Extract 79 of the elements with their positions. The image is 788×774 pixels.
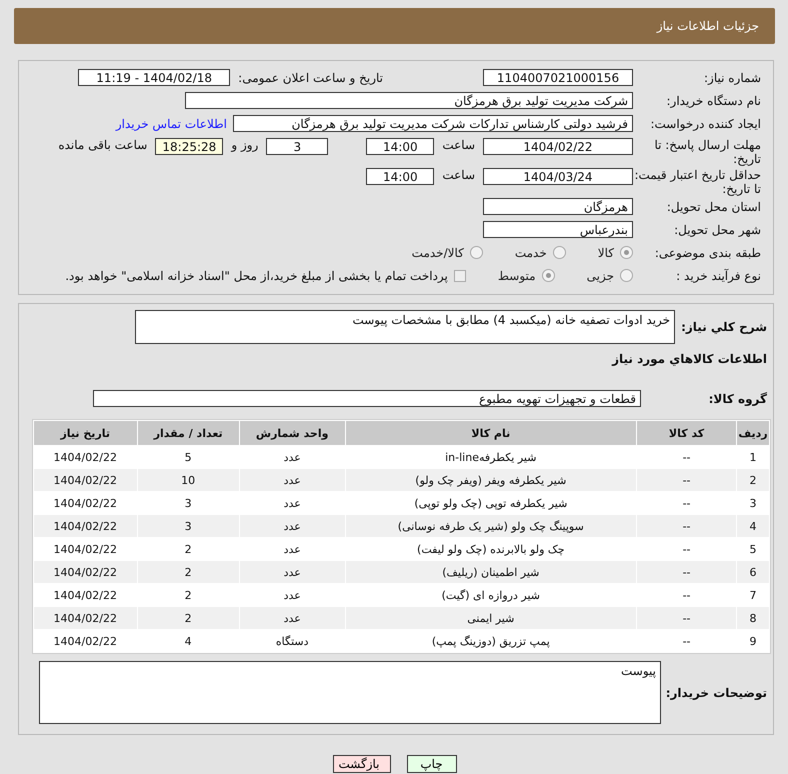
table-cell: عدد [240,515,345,537]
payment-text: پرداخت تمام یا بخشی از مبلغ خرید،از محل "اسناد خزانه اسلامی" خواهد بود. [65,268,448,282]
table-cell: عدد [240,607,345,629]
radio-option[interactable]: جزیی [586,268,633,282]
field-label: ساعت [442,168,475,182]
table-cell: عدد [240,561,345,583]
province-field[interactable]: هرمزگان [483,198,633,215]
table-cell: -- [637,469,736,491]
radio-option[interactable]: خدمت [514,246,566,260]
payment-checkbox[interactable] [454,270,466,282]
validity-date-field[interactable]: 1404/03/24 [483,168,633,185]
table-cell: 10 [138,469,239,491]
field-label: گروه کالا: [708,392,768,406]
radio-option[interactable]: کالا [598,246,633,260]
table-cell: 1404/02/22 [34,561,137,583]
table-cell: -- [637,515,736,537]
table-cell: 6 [737,561,769,583]
table-cell: 2 [138,607,239,629]
field-label: ساعت [442,138,475,152]
field-label: شماره نیاز: [703,70,762,84]
section-title: اطلاعات كالاهاي مورد نياز [610,351,768,368]
column-header: تعداد / مقدار [138,421,239,445]
radio-button[interactable] [620,246,633,259]
goods-group-field[interactable]: قطعات و تجهیزات تهویه مطبوع [93,390,641,407]
field-label: استان محل تحویل: [666,200,762,214]
radio-button[interactable] [470,246,483,259]
table-cell: شیر اطمینان (ریلیف) [346,561,636,583]
table-cell: 4 [737,515,769,537]
radio-option[interactable]: کالا/خدمت [412,246,483,260]
back-button[interactable]: بازگشت [332,755,390,773]
table-cell: 1404/02/22 [34,607,137,629]
announce-date-field[interactable]: 1404/02/18 - 11:19 [78,69,230,86]
table-cell: سوپینگ چک ولو (شیر یک طرفه نوسانی) [346,515,636,537]
field-label: نوع فرآیند خرید : [675,268,762,282]
table-cell: 1404/02/22 [34,515,137,537]
need-number-field[interactable]: 1104007021000156 [483,69,633,86]
buyer-contact-link[interactable]: اطلاعات تماس خریدار [116,116,227,130]
field-label: مهلت ارسال پاسخ: تا تاریخ: [653,138,762,166]
column-header: واحد شمارش [240,421,345,445]
remaining-time-field: 18:25:28 [155,138,224,155]
deadline-date-field[interactable]: 1404/02/22 [483,138,633,155]
field-label: شرح کلي نياز: [680,320,768,334]
column-header: نام کالا [346,421,636,445]
column-header: ردیف [737,421,769,445]
radio-button[interactable] [620,269,633,282]
table-cell: -- [637,561,736,583]
radio-button[interactable] [552,246,566,259]
table-cell: 2 [138,561,239,583]
field-label: توضیحات خریدار: [664,686,768,700]
print-button[interactable]: چاپ [406,755,456,773]
field-label: نام دستگاه خریدار: [666,94,762,108]
validity-time-field[interactable]: 14:00 [366,168,434,185]
field-label: ساعت باقی مانده [58,138,148,152]
buyer-org-field[interactable]: شرکت مدیریت تولید برق هرمزگان [185,92,633,109]
field-label: تاریخ و ساعت اعلان عمومی: [238,70,383,84]
table-cell: 8 [737,607,769,629]
deadline-time-field[interactable]: 14:00 [366,138,434,155]
table-cell: شیر یکطرفه ویفر (ویفر چک ولو) [346,469,636,491]
city-field[interactable]: بندرعباس [483,221,633,238]
field-label: حداقل تاریخ اعتبار قیمت: تا تاریخ: [633,168,762,196]
column-header: کد کالا [637,421,736,445]
field-label: طبقه بندی موضوعی: [654,246,762,260]
creator-field[interactable]: فرشید دولتی کارشناس تدارکات شرکت مدیریت تولید برق هرمزگان [233,115,633,132]
days-field[interactable]: 3 [266,138,328,155]
radio-option[interactable]: متوسط [498,268,555,282]
buyer-notes-field[interactable]: پیوست [39,661,661,724]
table-cell: 3 [138,515,239,537]
field-label: روز و [231,138,258,152]
page-title: جزئیات اطلاعات نیاز [656,19,759,33]
table-cell: شیر ایمنی [346,607,636,629]
field-label: شهر محل تحویل: [673,222,762,236]
description-field[interactable]: خرید ادوات تصفیه خانه (میکسبد 4) مطابق با مشخصات پیوست [135,310,676,344]
table-cell: 2 [737,469,769,491]
column-header: تاریخ نیاز [34,421,137,445]
table-cell: 1404/02/22 [34,469,137,491]
table-cell: -- [637,607,736,629]
field-label: ایجاد کننده درخواست: [649,116,762,130]
table-cell: عدد [240,469,345,491]
radio-button[interactable] [542,269,555,282]
